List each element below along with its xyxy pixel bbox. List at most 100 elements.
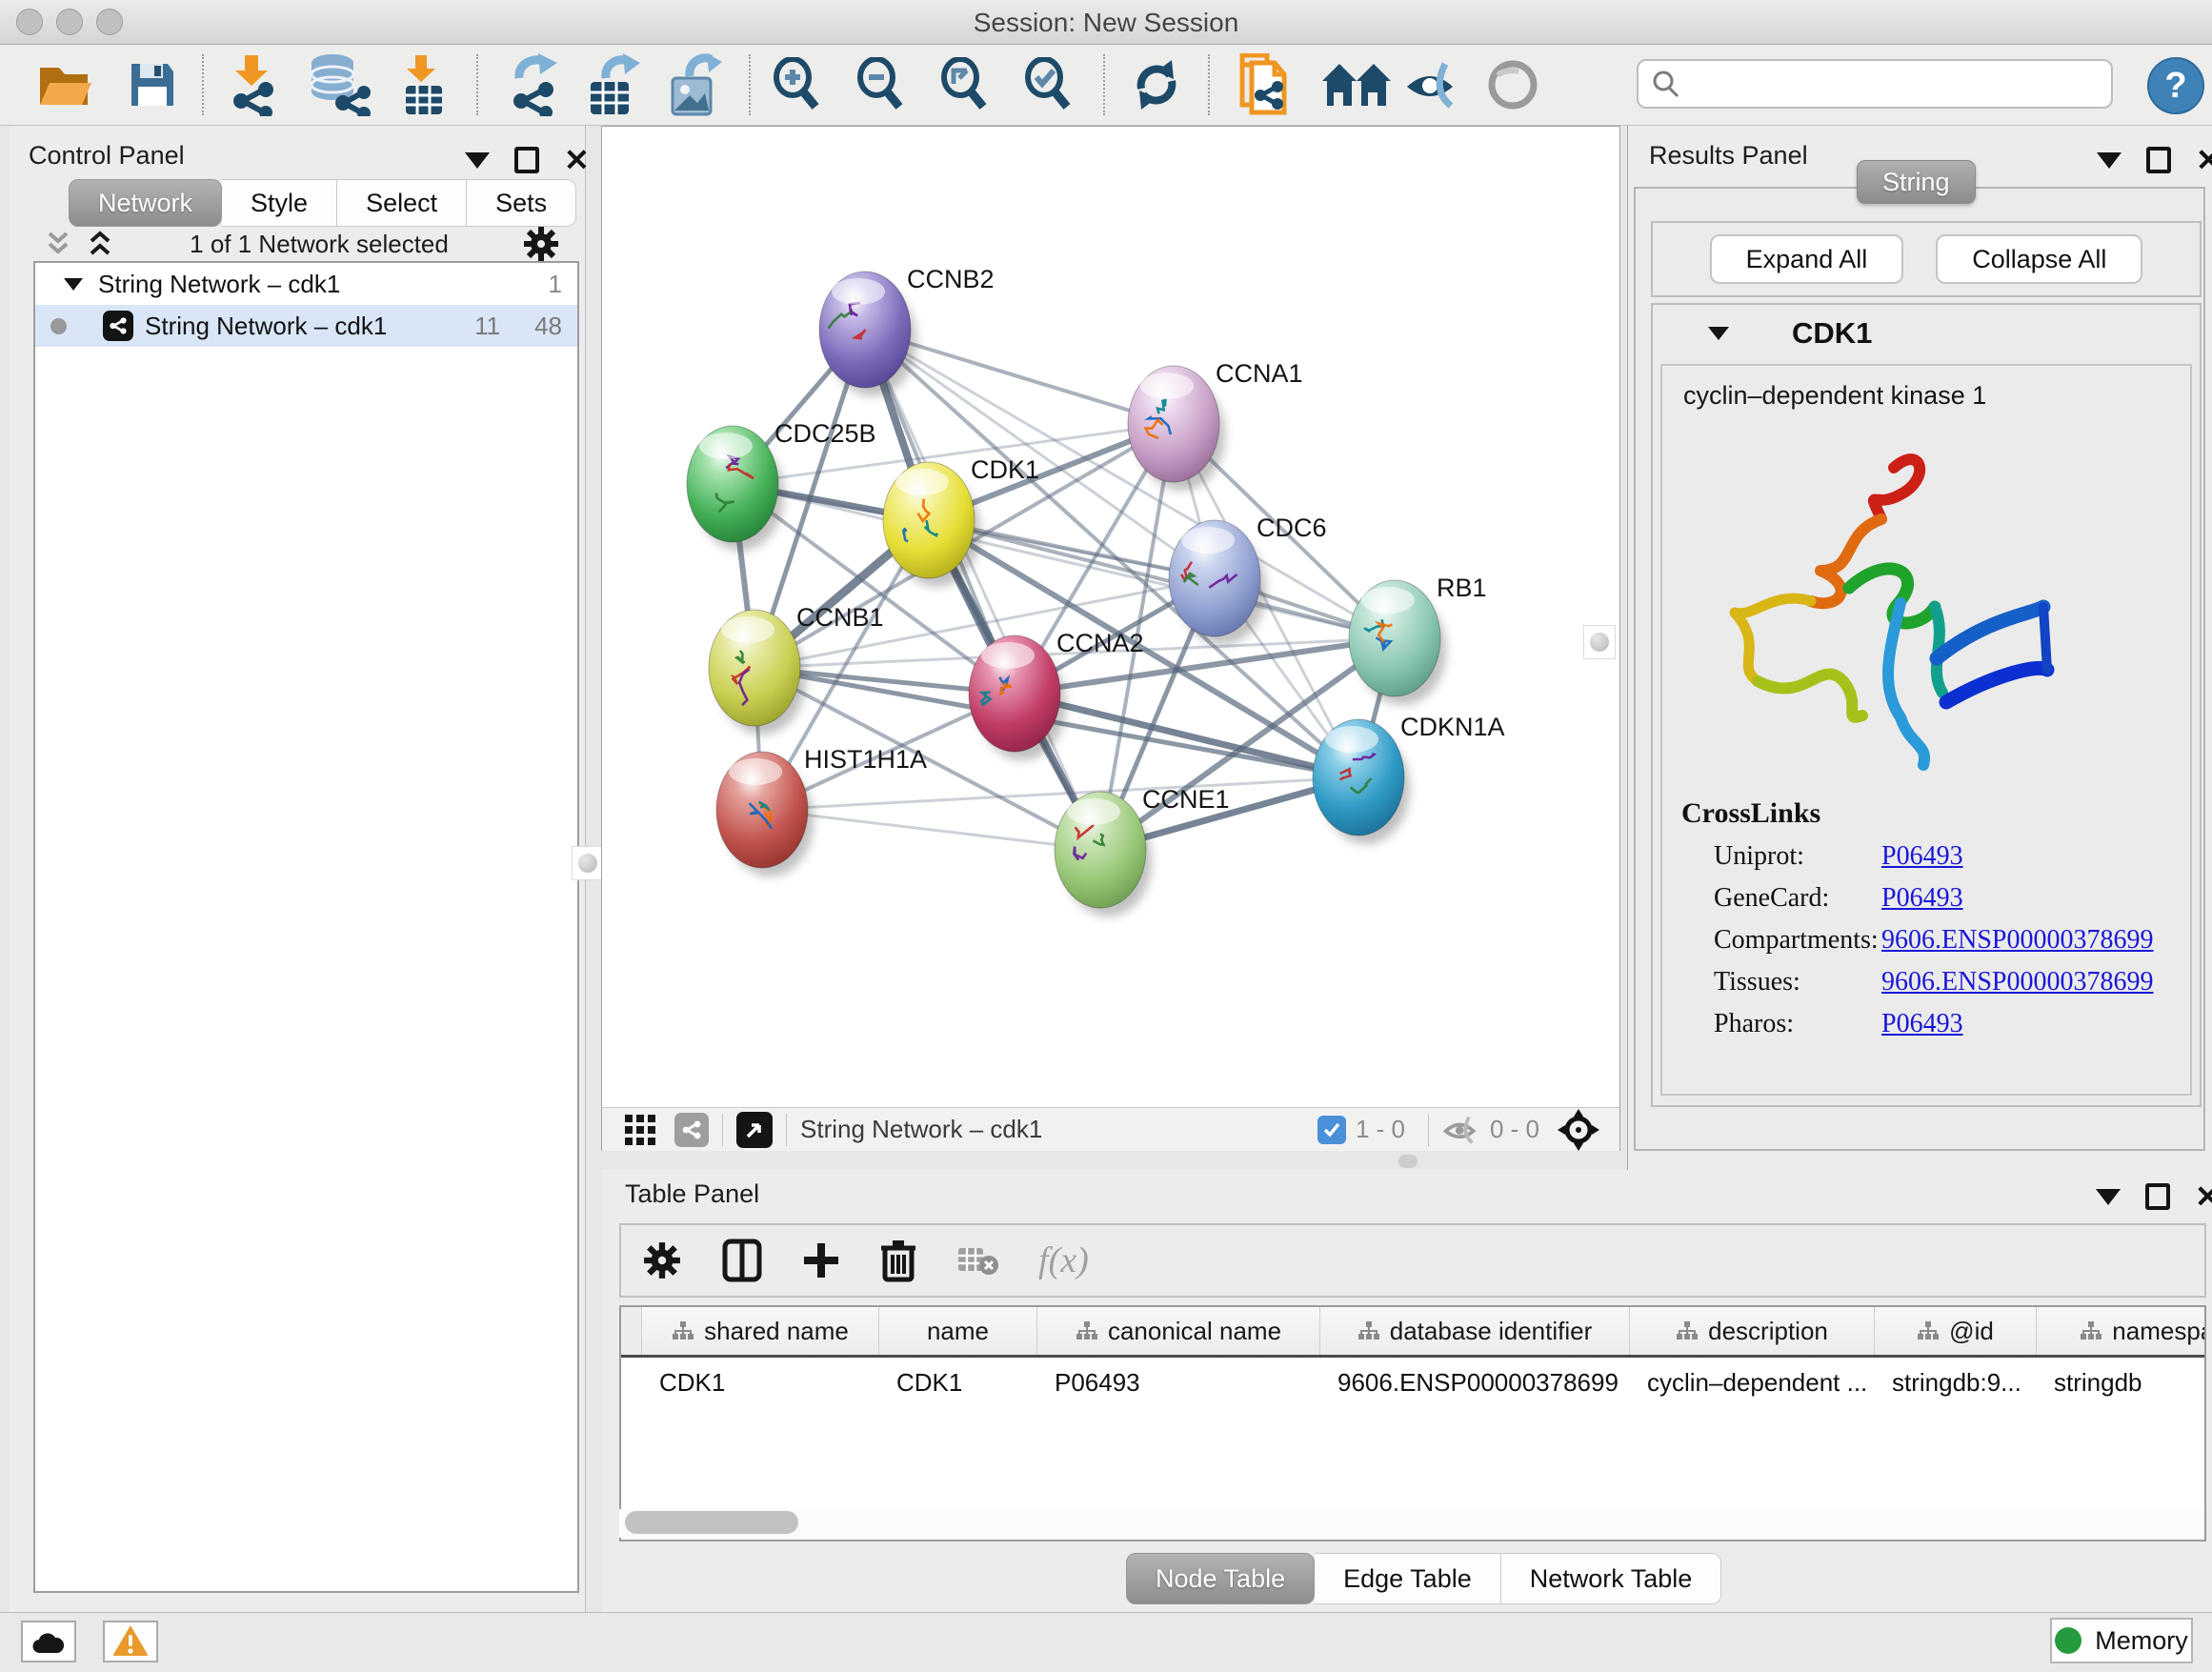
network-node-CCNB2[interactable]: CCNB2 [819, 265, 995, 396]
crosslink-link[interactable]: P06493 [1881, 1009, 1963, 1039]
toolbar-separator [786, 1114, 787, 1146]
hidden-eye-icon[interactable] [1442, 1114, 1480, 1146]
selected-checkbox-icon[interactable] [1317, 1116, 1346, 1144]
tree-expand-icon[interactable] [62, 274, 85, 293]
network-node-CDC25B[interactable]: CDC25B [687, 419, 876, 551]
network-graph-canvas[interactable]: CCNB2CCNA1CDC25BCDK1CDC6RB1CCNB1CCNA2CDK… [602, 127, 1619, 1106]
node-table[interactable]: shared namenamecanonical namedatabase id… [619, 1305, 2206, 1541]
zoom-fit-icon[interactable] [932, 52, 996, 117]
save-icon[interactable] [120, 52, 185, 117]
table-cell[interactable]: P06493 [1037, 1368, 1320, 1398]
column-header-canonicalname[interactable]: canonical name [1037, 1307, 1320, 1355]
add-column-icon[interactable] [802, 1241, 840, 1279]
table-horizontal-scrollbar[interactable] [619, 1509, 2202, 1538]
search-field[interactable] [1637, 59, 2113, 109]
image-export-icon[interactable] [661, 52, 726, 117]
panel-menu-icon[interactable] [465, 152, 490, 169]
gear-icon[interactable] [522, 225, 560, 263]
network-import-icon[interactable] [219, 52, 284, 117]
warning-button[interactable] [103, 1621, 158, 1662]
memory-button[interactable]: Memory [2050, 1618, 2193, 1663]
column-header-databaseidentifier[interactable]: database identifier [1320, 1307, 1630, 1355]
panel-float-icon[interactable] [2145, 1183, 2170, 1210]
network-view-mode-icon[interactable] [674, 1113, 709, 1147]
eye-slash-icon[interactable] [1400, 52, 1465, 117]
panel-float-icon[interactable] [2146, 147, 2171, 173]
cloud-button[interactable] [21, 1621, 76, 1662]
gene-detail-box: cyclin–dependent kinase 1 [1660, 364, 2192, 1096]
delete-column-icon[interactable] [880, 1239, 916, 1282]
panel-float-icon[interactable] [514, 147, 539, 173]
scrollbar-thumb[interactable] [625, 1511, 798, 1534]
open-folder-icon[interactable] [32, 52, 97, 117]
network-node-CCNA1[interactable]: CCNA1 [1128, 359, 1303, 491]
expand-all-button[interactable]: Expand All [1710, 234, 1904, 284]
panel-menu-icon[interactable] [2097, 152, 2122, 169]
vertical-splitter-handle-right[interactable] [1583, 625, 1616, 659]
network-node-CDK1[interactable]: CDK1 [883, 455, 1039, 587]
document-network-icon[interactable] [1233, 52, 1297, 117]
network-node-CCNB1[interactable]: CCNB1 [709, 603, 884, 735]
expand-all-icon[interactable] [84, 231, 116, 257]
crosslink-link[interactable]: P06493 [1881, 883, 1963, 914]
collapse-all-icon[interactable] [42, 231, 74, 257]
refresh-icon[interactable] [1124, 52, 1189, 117]
crosslink-link[interactable]: 9606.ENSP00000378699 [1881, 925, 2153, 956]
network-node-CDKN1A[interactable]: CDKN1A [1313, 713, 1505, 844]
control-tab-network[interactable]: Network [69, 179, 222, 227]
table-cell[interactable]: 9606.ENSP00000378699 [1320, 1368, 1630, 1398]
panel-close-icon[interactable]: ✕ [2196, 151, 2212, 170]
column-header-description[interactable]: description [1630, 1307, 1875, 1355]
houses-icon[interactable] [1318, 52, 1395, 117]
collapse-all-button[interactable]: Collapse All [1936, 234, 2142, 284]
control-tab-style[interactable]: Style [222, 179, 337, 227]
gene-section-header[interactable]: CDK1 [1653, 305, 2200, 362]
table-cell[interactable]: cyclin–dependent ... [1630, 1368, 1875, 1398]
results-tab-string[interactable]: String [1857, 160, 1976, 204]
zoom-in-icon[interactable] [764, 52, 829, 117]
network-collection-row[interactable]: String Network – cdk1 1 [35, 263, 577, 305]
network-node-RB1[interactable]: RB1 [1349, 574, 1487, 705]
crosslink-link[interactable]: P06493 [1881, 841, 1963, 872]
network-export-icon[interactable] [499, 52, 564, 117]
birdseye-toggle-icon[interactable] [736, 1112, 773, 1148]
vertical-splitter-handle-left[interactable] [572, 846, 604, 880]
table-tab-network-table[interactable]: Network Table [1501, 1553, 1722, 1604]
table-cell[interactable]: stringdb:9... [1875, 1368, 2037, 1398]
column-header-sharedname[interactable]: shared name [642, 1307, 879, 1355]
column-header-namespace[interactable]: namespace [2037, 1307, 2206, 1355]
table-cell[interactable]: CDK1 [642, 1368, 879, 1398]
main-toolbar: ? [0, 45, 2212, 126]
show-columns-icon[interactable] [722, 1239, 762, 1282]
control-tab-select[interactable]: Select [337, 179, 467, 227]
zoom-out-icon[interactable] [848, 52, 913, 117]
column-header-id[interactable]: @id [1875, 1307, 2037, 1355]
zoom-selected-icon[interactable] [1016, 52, 1080, 117]
help-button[interactable]: ? [2147, 57, 2204, 114]
eye-icon[interactable] [1480, 52, 1545, 117]
control-tab-sets[interactable]: Sets [467, 179, 576, 227]
database-import-icon[interactable] [303, 52, 379, 117]
table-cell[interactable]: stringdb [2037, 1368, 2206, 1398]
table-export-icon[interactable] [579, 52, 644, 117]
panel-menu-icon[interactable] [2096, 1189, 2121, 1205]
table-cell[interactable]: CDK1 [879, 1368, 1037, 1398]
table-tab-node-table[interactable]: Node Table [1126, 1553, 1315, 1604]
panel-close-icon[interactable]: ✕ [564, 151, 590, 170]
network-node-CCNE1[interactable]: CCNE1 [1055, 785, 1230, 917]
panel-close-icon[interactable]: ✕ [2195, 1187, 2212, 1206]
section-collapse-icon[interactable] [1706, 323, 1731, 344]
network-node-CDC6[interactable]: CDC6 [1169, 514, 1327, 645]
table-import-icon[interactable] [389, 52, 453, 117]
table-tab-edge-table[interactable]: Edge Table [1315, 1553, 1501, 1604]
crosslink-link[interactable]: 9606.ENSP00000378699 [1881, 967, 2153, 997]
network-node-HIST1H1A[interactable]: HIST1H1A [716, 745, 927, 876]
table-row[interactable]: CDK1CDK1P064939606.ENSP00000378699cyclin… [621, 1358, 2204, 1407]
search-input[interactable] [1690, 69, 2111, 100]
table-gear-icon[interactable] [642, 1240, 682, 1280]
crosshair-icon[interactable] [1557, 1108, 1600, 1152]
column-header-name[interactable]: name [879, 1307, 1037, 1355]
horizontal-splitter-handle[interactable] [1398, 1155, 1418, 1168]
grid-view-icon[interactable] [623, 1113, 657, 1147]
network-row-selected[interactable]: String Network – cdk1 11 48 [35, 305, 577, 347]
